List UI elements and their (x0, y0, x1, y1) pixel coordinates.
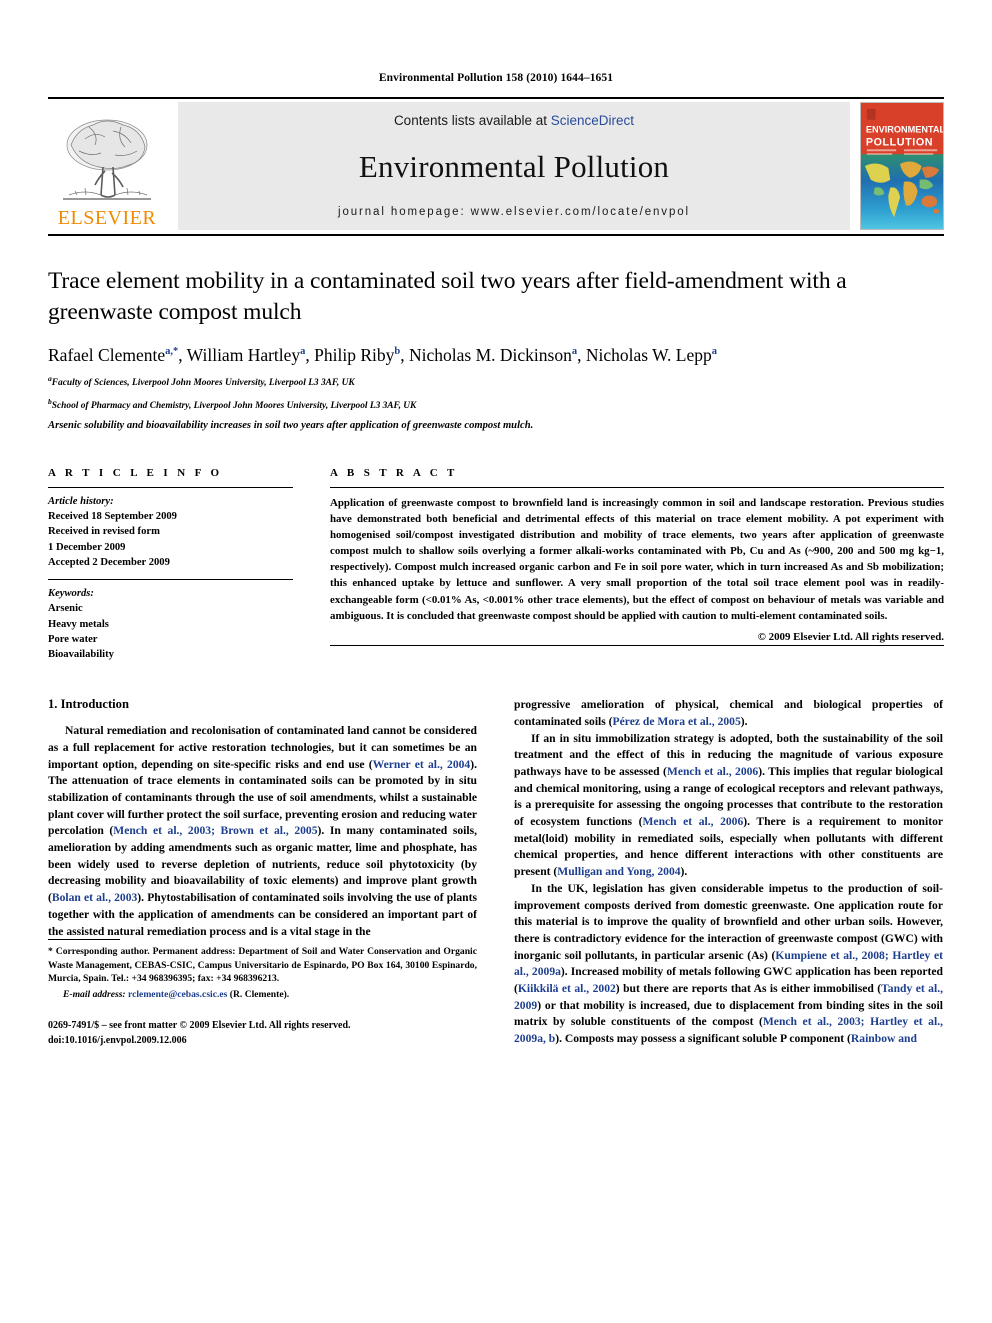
author-affiliation-mark: b (394, 346, 401, 358)
article-highlight: Arsenic solubility and bioavailability i… (48, 419, 534, 431)
masthead-top-rule (48, 97, 944, 99)
article-history-item: 1 December 2009 (48, 541, 126, 553)
running-head: Environmental Pollution 158 (2010) 1644–… (378, 72, 614, 84)
keyword-item: Arsenic (48, 603, 83, 615)
citation-link[interactable]: Bolan et al., 2003 (52, 891, 137, 904)
author-affiliation-mark: a (300, 346, 306, 358)
affiliation-list: aFaculty of Sciences, Liverpool John Moo… (48, 374, 944, 414)
affiliation-item: bSchool of Pharmacy and Chemistry, Liver… (48, 397, 417, 412)
affiliation-item: aFaculty of Sciences, Liverpool John Moo… (48, 373, 355, 388)
citation-link[interactable]: Kumpiene et al., 2008; Hartley et al., 2… (514, 949, 943, 979)
masthead-bottom-rule (48, 234, 944, 236)
corresponding-author-note: * Corresponding author. Permanent addres… (48, 945, 477, 985)
keyword-item: Heavy metals (48, 618, 109, 630)
citation-link[interactable]: Pérez de Mora et al., 2005 (613, 715, 741, 728)
contents-prefix-text: Contents lists available at (393, 113, 551, 128)
keyword-item: Pore water (48, 633, 98, 645)
article-history-group: Article history: Received 18 September 2… (48, 488, 293, 579)
footnote-rule (48, 938, 120, 940)
journal-cover-thumbnail[interactable]: ENVIRONMENTAL POLLUTION (860, 102, 944, 230)
citation-link[interactable]: Kiikkilä et al., 2002 (518, 982, 616, 995)
citation-link[interactable]: Mench et al., 2006 (667, 765, 758, 778)
abstract-body: Application of greenwaste compost to bro… (330, 488, 944, 645)
citation-link[interactable]: Mulligan and Yong, 2004 (557, 865, 680, 878)
title-block: Trace element mobility in a contaminated… (48, 266, 944, 431)
citation-link[interactable]: Werner et al., 2004 (373, 758, 471, 771)
article-history-item: Received 18 September 2009 (48, 511, 177, 523)
keyword-item: Bioavailability (48, 649, 114, 661)
body-paragraph: If an in situ immobilization strategy is… (514, 731, 944, 879)
author-name: Nicholas M. Dickinson (409, 345, 572, 366)
email-link[interactable]: rclemente@cebas.csic.es (128, 989, 227, 1000)
author-name: William Hartley (186, 345, 301, 366)
article-info-heading: A R T I C L E I N F O (48, 466, 223, 479)
article-history-item: Received in revised form (48, 526, 160, 538)
article-history-items: Received 18 September 2009 Received in re… (48, 509, 293, 570)
author-name: Philip Riby (314, 345, 395, 366)
author-list: Rafael Clementea,*, William Hartleya, Ph… (48, 345, 717, 366)
contents-available-line: Contents lists available at ScienceDirec… (394, 113, 634, 128)
intro-left-paragraphs: Natural remediation and recolonisation o… (48, 723, 477, 940)
elsevier-tree-icon (63, 119, 151, 200)
author-name: Nicholas W. Lepp (585, 345, 712, 366)
issn-line: 0269-7491/$ – see front matter © 2009 El… (48, 1020, 351, 1032)
doi-line: doi:10.1016/j.envpol.2009.12.006 (48, 1034, 187, 1046)
citation-link[interactable]: Mench et al., 2003; Brown et al., 2005 (113, 824, 317, 837)
abstract-text: Application of greenwaste compost to bro… (330, 496, 944, 622)
abstract-column: A B S T R A C T Application of greenwast… (330, 467, 944, 672)
citation-link[interactable]: Rainbow and (851, 1032, 917, 1045)
journal-masthead: ELSEVIER Contents lists available at Sci… (48, 102, 944, 230)
section-heading-introduction: 1. Introduction (48, 697, 129, 712)
keyword-items: Arsenic Heavy metals Pore water Bioavailabi… (48, 601, 293, 662)
cover-artwork: ENVIRONMENTAL POLLUTION (861, 103, 943, 229)
author-affiliation-mark: a,* (165, 346, 179, 358)
author-affiliation-mark: a (711, 346, 717, 358)
svg-text:POLLUTION: POLLUTION (866, 136, 933, 148)
article-info-column: A R T I C L E I N F O Article history: R… (48, 467, 293, 672)
body-column-right: progressive amelioration of physical, ch… (514, 697, 943, 1047)
abstract-rule-bottom (330, 645, 944, 647)
elsevier-logo: ELSEVIER (48, 102, 166, 230)
body-paragraph: progressive amelioration of physical, ch… (514, 698, 943, 728)
body-paragraph: In the UK, legislation has given conside… (514, 881, 943, 1046)
abstract-heading: A B S T R A C T (330, 466, 458, 479)
elsevier-wordmark: ELSEVIER (57, 207, 157, 229)
journal-homepage-link[interactable]: journal homepage: www.elsevier.com/locat… (338, 206, 690, 218)
masthead-center-panel: Contents lists available at ScienceDirec… (178, 102, 850, 230)
article-page: Environmental Pollution 158 (2010) 1644–… (0, 0, 992, 1323)
intro-right-paragraphs: progressive amelioration of physical, ch… (514, 697, 943, 1047)
article-history-item: Accepted 2 December 2009 (48, 556, 170, 568)
author-affiliation-mark: a (571, 346, 578, 358)
sciencedirect-link[interactable]: ScienceDirect (551, 113, 634, 128)
author-name: Rafael Clemente (48, 345, 166, 366)
page-title: Trace element mobility in a contaminated… (48, 268, 847, 325)
svg-text:ENVIRONMENTAL: ENVIRONMENTAL (866, 124, 943, 134)
body-column-left: 1. Introduction Natural remediation and … (48, 697, 477, 1047)
footnote-block: * Corresponding author. Permanent addres… (48, 938, 477, 1048)
citation-link[interactable]: Mench et al., 2006 (642, 815, 743, 828)
issn-copyright-block: 0269-7491/$ – see front matter © 2009 El… (48, 1019, 477, 1047)
body-columns: 1. Introduction Natural remediation and … (48, 697, 944, 1047)
keywords-label: Keywords: (48, 588, 94, 600)
body-paragraph: Natural remediation and recolonisation o… (48, 724, 477, 938)
email-suffix: (R. Clemente). (229, 989, 290, 1001)
keywords-group: Keywords: Arsenic Heavy metals Pore water B… (48, 580, 293, 671)
abstract-copyright: © 2009 Elsevier Ltd. All rights reserved… (757, 630, 944, 643)
email-line: E-mail address: rclemente@cebas.csic.es … (48, 989, 477, 1000)
journal-title: Environmental Pollution (358, 149, 670, 184)
email-label: E-mail address: (63, 989, 126, 1001)
article-history-label: Article history: (48, 495, 114, 507)
info-abstract-section: A R T I C L E I N F O Article history: R… (48, 467, 944, 672)
